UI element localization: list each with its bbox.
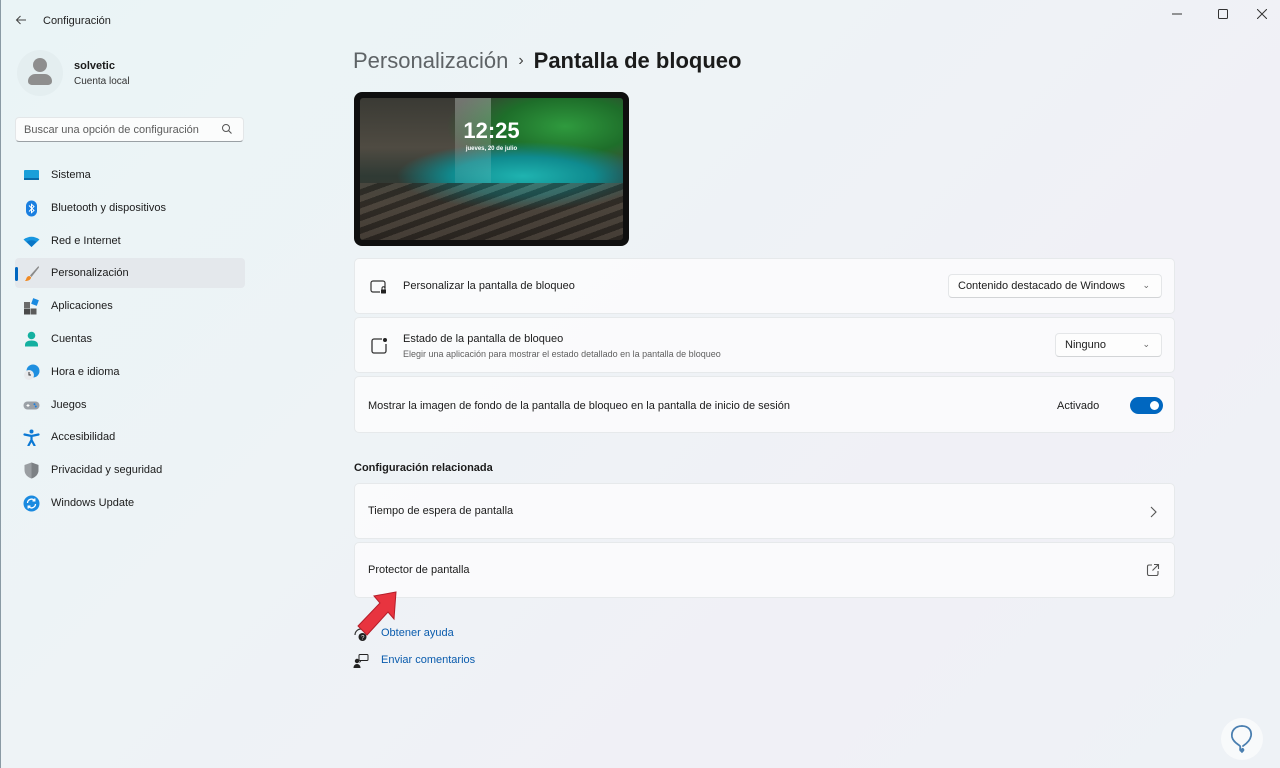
sidebar-item-label: Cuentas [51, 332, 92, 345]
sidebar-item-label: Personalización [51, 267, 129, 280]
account-type: Cuenta local [74, 76, 130, 87]
related-screen-timeout[interactable]: Tiempo de espera de pantalla [354, 483, 1175, 539]
setting-signin-background: Mostrar la imagen de fondo de la pantall… [354, 376, 1175, 433]
sidebar-item-accesibilidad[interactable]: Accesibilidad [15, 422, 245, 452]
minimize-button[interactable] [1154, 4, 1200, 26]
sidebar-item-label: Windows Update [51, 496, 135, 509]
sidebar-item-label: Privacidad y seguridad [51, 464, 163, 477]
toggle-state-label: Activado [1057, 400, 1100, 412]
sidebar-item-label: Bluetooth y dispositivos [51, 201, 166, 214]
related-item-label: Protector de pantalla [368, 564, 470, 576]
sidebar-item-hora[interactable]: Hora e idioma [15, 357, 245, 387]
related-settings-heading: Configuración relacionada [354, 462, 493, 474]
setting-title: Mostrar la imagen de fondo de la pantall… [368, 400, 790, 412]
lock-status-icon [371, 338, 387, 354]
user-name: solvetic [74, 60, 115, 72]
lock-screen-icon [370, 280, 387, 294]
search-icon[interactable] [221, 123, 233, 135]
apps-icon [24, 298, 39, 315]
preview-date: jueves, 20 de julio [465, 146, 518, 152]
close-button[interactable] [1246, 4, 1278, 26]
sidebar-item-sistema[interactable]: Sistema [15, 160, 245, 190]
arrow-left-icon [15, 15, 26, 25]
bluetooth-icon [26, 200, 37, 217]
external-link-icon [1146, 563, 1160, 577]
maximize-icon [1218, 9, 1228, 19]
shield-icon [24, 462, 39, 479]
maximize-button[interactable] [1200, 4, 1246, 26]
chevron-down-icon: ⌄ [1142, 339, 1150, 349]
wifi-icon [23, 236, 40, 247]
monitor-icon [24, 170, 39, 180]
clock-globe-icon [24, 364, 40, 380]
sidebar-item-label: Red e Internet [51, 234, 121, 247]
breadcrumb-separator: › [518, 52, 524, 69]
personalize-dropdown[interactable]: Contenido destacado de Windows ⌄ [948, 274, 1162, 298]
send-feedback-label: Enviar comentarios [381, 654, 476, 666]
sidebar-item-bluetooth[interactable]: Bluetooth y dispositivos [15, 193, 245, 223]
sidebar-item-red[interactable]: Red e Internet [15, 226, 245, 256]
setting-description: Elegir una aplicación para mostrar el es… [403, 349, 721, 359]
search-input[interactable] [16, 118, 211, 141]
breadcrumb-parent[interactable]: Personalización [353, 48, 508, 73]
sidebar-item-windows-update[interactable]: Windows Update [15, 488, 245, 518]
paintbrush-icon [25, 266, 39, 282]
minimize-icon [1172, 13, 1182, 15]
sidebar-item-cuentas[interactable]: Cuentas [15, 324, 245, 354]
lock-screen-preview-image: 12:25 jueves, 20 de julio [360, 98, 623, 240]
sidebar-item-label: Hora e idioma [51, 365, 120, 378]
breadcrumb: Personalización › Pantalla de bloqueo [353, 48, 741, 78]
setting-title: Personalizar la pantalla de bloqueo [403, 280, 575, 292]
sidebar-item-privacidad[interactable]: Privacidad y seguridad [15, 455, 245, 485]
signin-background-toggle[interactable] [1130, 397, 1163, 414]
feedback-icon [353, 654, 369, 668]
sidebar-item-aplicaciones[interactable]: Aplicaciones [15, 291, 245, 321]
avatar [17, 50, 63, 96]
person-icon [25, 331, 38, 347]
setting-lock-screen-status: Estado de la pantalla de bloqueo Elegir … [354, 317, 1175, 373]
sidebar-item-label: Juegos [51, 398, 87, 411]
sidebar-item-label: Aplicaciones [51, 300, 113, 313]
app-title: Configuración [43, 15, 111, 27]
title-bar: Configuración [1, 0, 1280, 42]
page-title: Pantalla de bloqueo [533, 48, 742, 73]
related-item-label: Tiempo de espera de pantalla [368, 505, 514, 517]
search-box[interactable] [15, 117, 244, 142]
preview-time: 12:25 [463, 118, 520, 143]
sidebar-item-label: Accesibilidad [51, 431, 116, 444]
gamepad-icon [23, 401, 40, 410]
sidebar-item-personalizacion[interactable]: Personalización [15, 258, 245, 289]
annotation-arrow-icon [357, 591, 397, 636]
sidebar-nav: Sistema Bluetooth y dispositivos Red e I… [15, 160, 245, 521]
dropdown-value: Ninguno [1065, 339, 1106, 351]
user-profile[interactable]: solvetic Cuenta local [17, 50, 247, 96]
close-icon [1256, 8, 1268, 20]
update-icon [23, 495, 40, 512]
watermark-logo-icon [1221, 718, 1263, 760]
sidebar-item-juegos[interactable]: Juegos [15, 390, 245, 420]
dropdown-value: Contenido destacado de Windows [958, 280, 1125, 292]
lock-screen-preview: 12:25 jueves, 20 de julio [354, 92, 629, 246]
setting-personalize-lock-screen: Personalizar la pantalla de bloqueo Cont… [354, 258, 1175, 314]
sidebar-item-label: Sistema [51, 169, 91, 181]
chevron-right-icon [1150, 506, 1157, 518]
status-dropdown[interactable]: Ninguno ⌄ [1055, 333, 1162, 357]
back-button[interactable] [11, 12, 31, 30]
chevron-down-icon: ⌄ [1142, 280, 1150, 290]
accessibility-icon [23, 429, 40, 447]
setting-title: Estado de la pantalla de bloqueo [403, 333, 564, 345]
related-screen-saver[interactable]: Protector de pantalla [354, 542, 1175, 598]
